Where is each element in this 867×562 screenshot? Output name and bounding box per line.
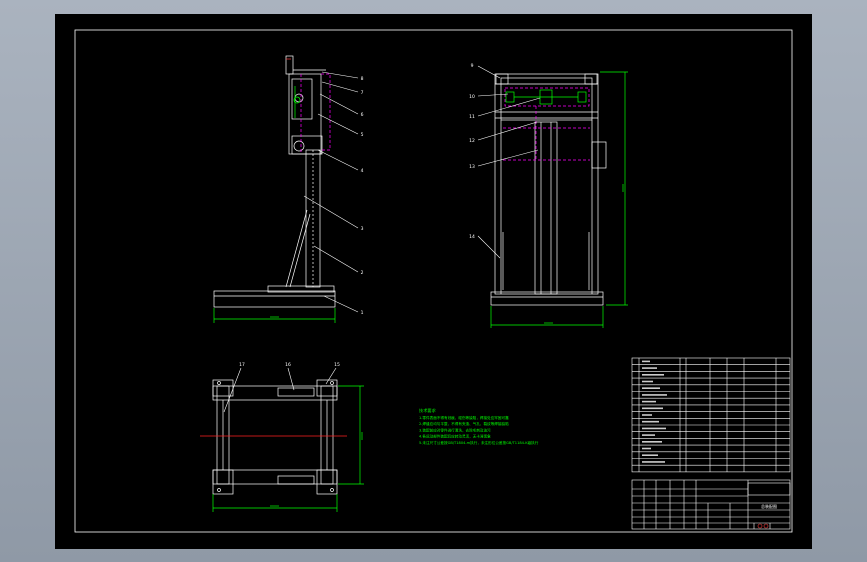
cad-drawing-canvas[interactable]: 8 7 6 5 4 3 2 1 91011121314 17 16 15 技术要求 1.零件表… bbox=[0, 0, 867, 562]
balloon-label: 7 bbox=[361, 90, 364, 96]
balloon-label: 16 bbox=[285, 362, 291, 368]
notes-heading: 技术要求 bbox=[419, 407, 437, 414]
balloon-label: 14 bbox=[469, 234, 475, 240]
note-line: 2.焊缝应均匀平整，不得有夹渣、气孔、裂纹等焊接缺陷 bbox=[419, 421, 509, 426]
balloon-label: 10 bbox=[469, 94, 475, 100]
balloon-label: 5 bbox=[361, 132, 364, 138]
balloon-label: 13 bbox=[469, 164, 475, 170]
note-line: 4.各运动部件装配后应转动灵活，无卡滞现象 bbox=[419, 434, 491, 439]
drawing-sheet bbox=[55, 14, 812, 549]
note-line: 1.零件表面不得有划痕、碰伤等缺陷，焊接处应牢固可靠 bbox=[419, 415, 509, 420]
balloon-label: 9 bbox=[471, 63, 474, 69]
balloon-label: 11 bbox=[469, 114, 475, 120]
cad-viewport[interactable]: 8 7 6 5 4 3 2 1 9 10 11 12 13 14 17 16 15 技术要求 … bbox=[0, 0, 867, 562]
balloon-label: 2 bbox=[361, 270, 364, 276]
balloon-label: 8 bbox=[361, 76, 364, 82]
title-block-drawing-title: 总装配图 bbox=[761, 503, 777, 509]
balloon-label: 3 bbox=[361, 226, 364, 232]
balloon-label: 15 bbox=[334, 362, 340, 368]
balloon-label: 17 bbox=[239, 362, 245, 368]
balloon-label: 12 bbox=[469, 138, 475, 144]
balloon-label: 1 bbox=[361, 310, 364, 316]
balloon-label: 4 bbox=[361, 168, 364, 174]
balloon-label: 6 bbox=[361, 112, 364, 118]
note-line: 5.未注尺寸公差按GB/T1804-m执行，未注形位公差按GB/T1184-K级… bbox=[419, 440, 539, 445]
note-line: 3.装配前应对零件进行清洗，去除毛刺及油污 bbox=[419, 427, 491, 432]
